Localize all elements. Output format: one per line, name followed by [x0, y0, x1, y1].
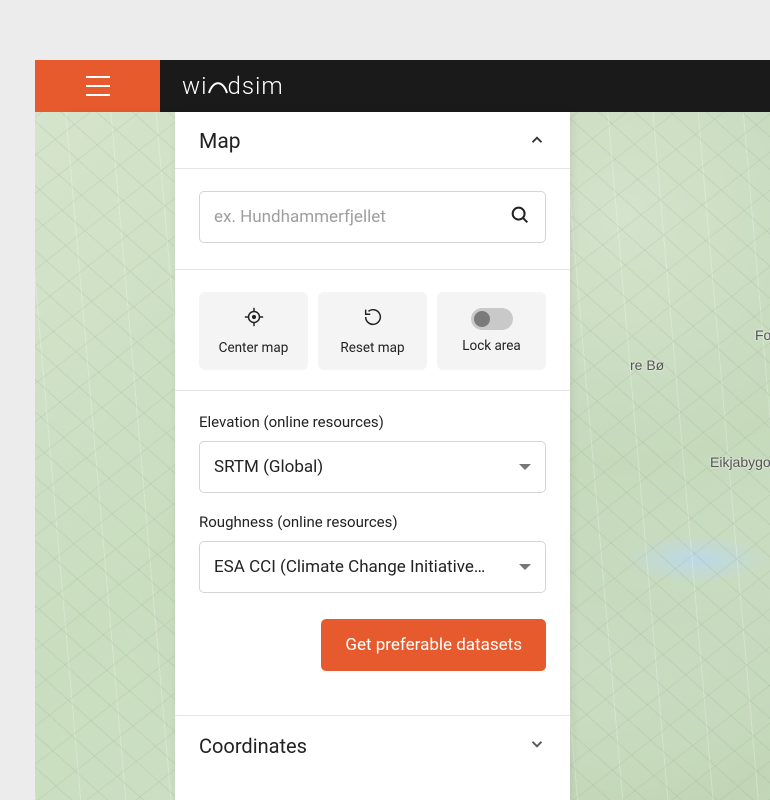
lock-area-toggle[interactable]: Lock area — [437, 292, 546, 370]
center-map-button[interactable]: Center map — [199, 292, 308, 370]
section-title: Coordinates — [199, 734, 307, 758]
button-label: Center map — [219, 340, 289, 356]
panel-title: Map — [199, 130, 241, 154]
elevation-label: Elevation (online resources) — [199, 413, 546, 431]
map-place-label: Fo — [755, 327, 770, 343]
crosshair-icon — [243, 306, 265, 332]
select-value: ESA CCI (Climate Change Initiative… — [214, 557, 485, 577]
menu-button[interactable] — [35, 60, 160, 112]
divider — [175, 269, 570, 270]
select-value: SRTM (Global) — [214, 457, 323, 477]
caret-down-icon — [519, 564, 531, 570]
undo-icon — [362, 306, 384, 332]
map-panel: Map — [175, 112, 570, 800]
caret-down-icon — [519, 464, 531, 470]
top-header: widsim — [35, 60, 770, 112]
button-label: Reset map — [340, 340, 404, 356]
roughness-label: Roughness (online resources) — [199, 513, 546, 531]
brand-logo: widsim — [160, 72, 770, 100]
search-icon[interactable] — [509, 204, 531, 230]
reset-map-button[interactable]: Reset map — [318, 292, 427, 370]
get-datasets-button[interactable]: Get preferable datasets — [321, 619, 546, 671]
search-field[interactable] — [199, 191, 546, 243]
search-input[interactable] — [214, 207, 509, 227]
button-label: Lock area — [462, 338, 521, 354]
coordinates-section-header[interactable]: Coordinates — [175, 715, 570, 776]
button-label: Get preferable datasets — [345, 635, 522, 655]
toggle-switch-icon — [471, 308, 513, 330]
chevron-down-icon — [528, 735, 546, 757]
roughness-select[interactable]: ESA CCI (Climate Change Initiative… — [199, 541, 546, 593]
chevron-up-icon[interactable] — [528, 131, 546, 153]
divider — [175, 390, 570, 391]
elevation-select[interactable]: SRTM (Global) — [199, 441, 546, 493]
map-place-label: re Bø — [630, 357, 664, 373]
map-place-label: Eikjabygo — [710, 454, 770, 470]
